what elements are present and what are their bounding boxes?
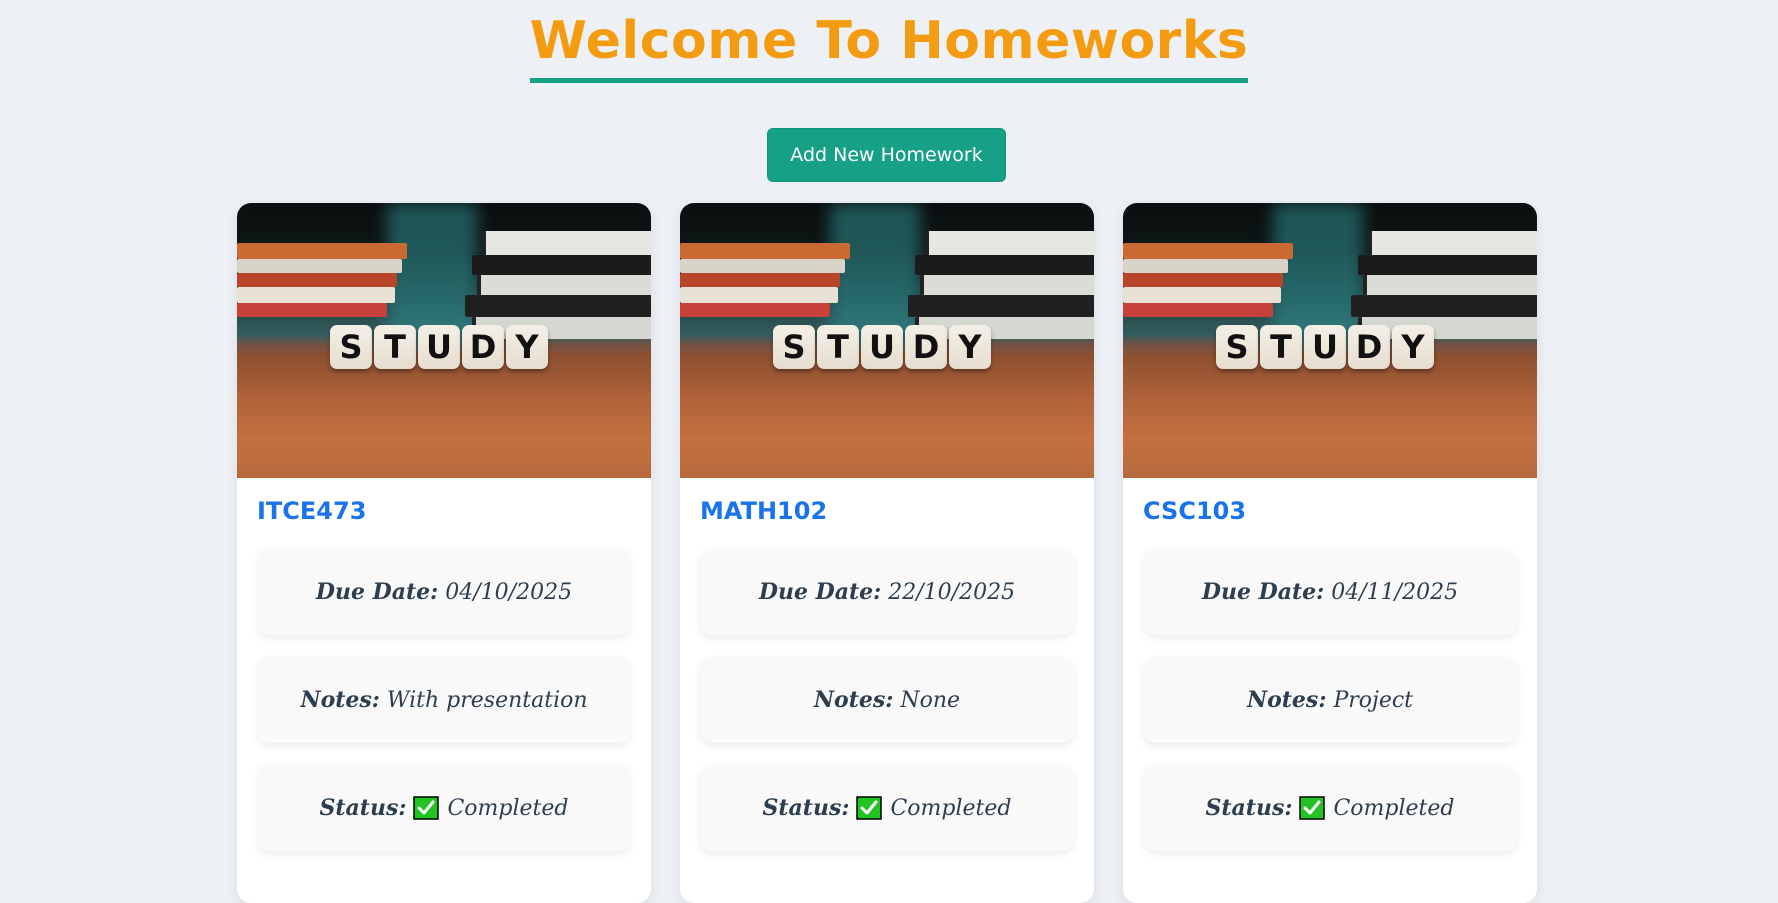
homework-card: S T U D Y ITCE473 Due Date: 04/10/2025 N… bbox=[237, 203, 651, 903]
course-title[interactable]: MATH102 bbox=[700, 497, 827, 525]
due-date-label: Due Date: bbox=[1201, 579, 1325, 605]
die-y: Y bbox=[1392, 325, 1434, 369]
notes-value: Project bbox=[1333, 687, 1414, 713]
notes-label: Notes: bbox=[813, 687, 894, 713]
status-label: Status: bbox=[319, 795, 407, 821]
page-title: Welcome To Homeworks bbox=[529, 10, 1249, 83]
due-date-value: 04/10/2025 bbox=[445, 579, 573, 605]
die-t: T bbox=[374, 325, 416, 369]
status-label: Status: bbox=[1205, 795, 1293, 821]
check-mark-icon bbox=[413, 796, 440, 820]
due-date-value: 22/10/2025 bbox=[888, 579, 1016, 605]
die-d: D bbox=[1348, 325, 1390, 369]
notes-box: Notes: None bbox=[700, 657, 1074, 743]
due-date-box: Due Date: 04/10/2025 bbox=[257, 549, 631, 635]
die-s: S bbox=[1216, 325, 1258, 369]
study-dice-image: S T U D Y bbox=[1123, 203, 1537, 478]
die-t: T bbox=[1260, 325, 1302, 369]
status-box: Status: Completed bbox=[257, 765, 631, 851]
study-dice-image: S T U D Y bbox=[680, 203, 1094, 478]
add-new-homework-button[interactable]: Add New Homework bbox=[767, 128, 1006, 182]
page-header: Welcome To Homeworks bbox=[0, 0, 1778, 83]
check-mark-icon bbox=[1299, 796, 1326, 820]
die-t: T bbox=[817, 325, 859, 369]
die-s: S bbox=[773, 325, 815, 369]
notes-box: Notes: With presentation bbox=[257, 657, 631, 743]
due-date-label: Due Date: bbox=[315, 579, 439, 605]
status-value: Completed bbox=[1333, 795, 1455, 821]
die-u: U bbox=[861, 325, 903, 369]
status-value: Completed bbox=[447, 795, 569, 821]
die-d: D bbox=[462, 325, 504, 369]
die-y: Y bbox=[506, 325, 548, 369]
due-date-label: Due Date: bbox=[758, 579, 882, 605]
die-y: Y bbox=[949, 325, 991, 369]
due-date-value: 04/11/2025 bbox=[1331, 579, 1459, 605]
status-value: Completed bbox=[890, 795, 1012, 821]
die-d: D bbox=[905, 325, 947, 369]
status-box: Status: Completed bbox=[1143, 765, 1517, 851]
homework-card: S T U D Y CSC103 Due Date: 04/11/2025 No… bbox=[1123, 203, 1537, 903]
status-box: Status: Completed bbox=[700, 765, 1074, 851]
notes-box: Notes: Project bbox=[1143, 657, 1517, 743]
due-date-box: Due Date: 22/10/2025 bbox=[700, 549, 1074, 635]
die-u: U bbox=[1304, 325, 1346, 369]
due-date-box: Due Date: 04/11/2025 bbox=[1143, 549, 1517, 635]
notes-label: Notes: bbox=[300, 687, 380, 713]
course-title[interactable]: ITCE473 bbox=[257, 497, 366, 525]
homework-card: S T U D Y MATH102 Due Date: 22/10/2025 N… bbox=[680, 203, 1094, 903]
course-title[interactable]: CSC103 bbox=[1143, 497, 1246, 525]
notes-value: With presentation bbox=[386, 687, 588, 713]
notes-value: None bbox=[900, 687, 961, 713]
check-mark-icon bbox=[856, 796, 883, 820]
status-label: Status: bbox=[762, 795, 850, 821]
study-dice-image: S T U D Y bbox=[237, 203, 651, 478]
die-s: S bbox=[330, 325, 372, 369]
notes-label: Notes: bbox=[1246, 687, 1327, 713]
die-u: U bbox=[418, 325, 460, 369]
